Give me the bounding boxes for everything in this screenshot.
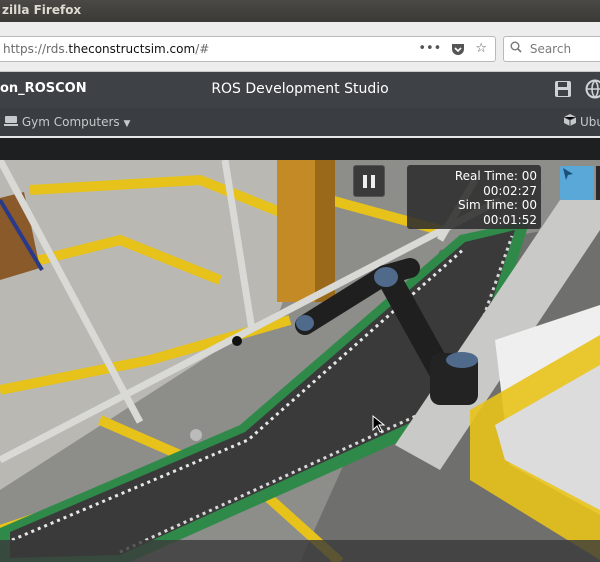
app-title: ROS Development Studio (211, 81, 389, 97)
globe-icon[interactable] (584, 78, 600, 100)
sim-time-panel: Real Time: 00 00:02:27 Sim Time: 00 00:0… (407, 165, 541, 229)
pause-icon (363, 174, 367, 188)
gym-computers-label: Gym Computers (21, 115, 120, 129)
ubuntu-label: Ubu (579, 115, 600, 129)
gym-computers-menu[interactable]: Gym Computers ▼ (4, 108, 130, 138)
save-icon[interactable] (552, 78, 574, 100)
window-title: zilla Firefox (2, 3, 82, 17)
real-time-label: Real Time: 00 (454, 169, 537, 183)
ubuntu-menu[interactable]: Ubu (563, 108, 600, 136)
more-dots-icon[interactable]: ••• (418, 37, 441, 61)
window-titlebar: zilla Firefox (0, 0, 600, 22)
real-time-value: 00:02:27 (483, 183, 537, 198)
url-domain: theconstructsim.com (68, 42, 196, 56)
url-prefix: https://rds. (3, 42, 69, 56)
computer-icon (4, 116, 18, 126)
panel-divider (0, 138, 600, 160)
browser-navbar: https://rds.theconstructsim.com/# ••• ☆ … (0, 22, 600, 72)
search-icon (510, 41, 522, 53)
cube-icon (563, 114, 577, 126)
translate-mode-button[interactable] (596, 166, 600, 200)
dropdown-caret-icon: ▼ (123, 119, 131, 129)
pause-icon-bar (371, 174, 375, 188)
search-placeholder: Search (529, 42, 572, 56)
select-arrow-icon (563, 168, 573, 180)
select-mode-button[interactable] (560, 166, 594, 200)
url-suffix: /# (195, 42, 210, 56)
url-actions: ••• ☆ (418, 37, 487, 61)
pause-button[interactable] (353, 165, 385, 197)
app-toolbar: Gym Computers ▼ Ubu (0, 108, 600, 138)
app-header: on_ROSCON ROS Development Studio (0, 72, 600, 108)
pocket-icon[interactable] (451, 43, 465, 56)
simulation-viewport[interactable]: Real Time: 00 00:02:27 Sim Time: 00 00:0… (0, 160, 600, 562)
bookmark-star-icon[interactable]: ☆ (475, 37, 487, 61)
sim-time-label: Sim Time: 00 (458, 198, 537, 212)
sim-time-value: 00:01:52 (483, 212, 537, 227)
url-bar[interactable]: https://rds.theconstructsim.com/# ••• ☆ (0, 36, 496, 62)
search-box[interactable]: Search (503, 36, 600, 62)
